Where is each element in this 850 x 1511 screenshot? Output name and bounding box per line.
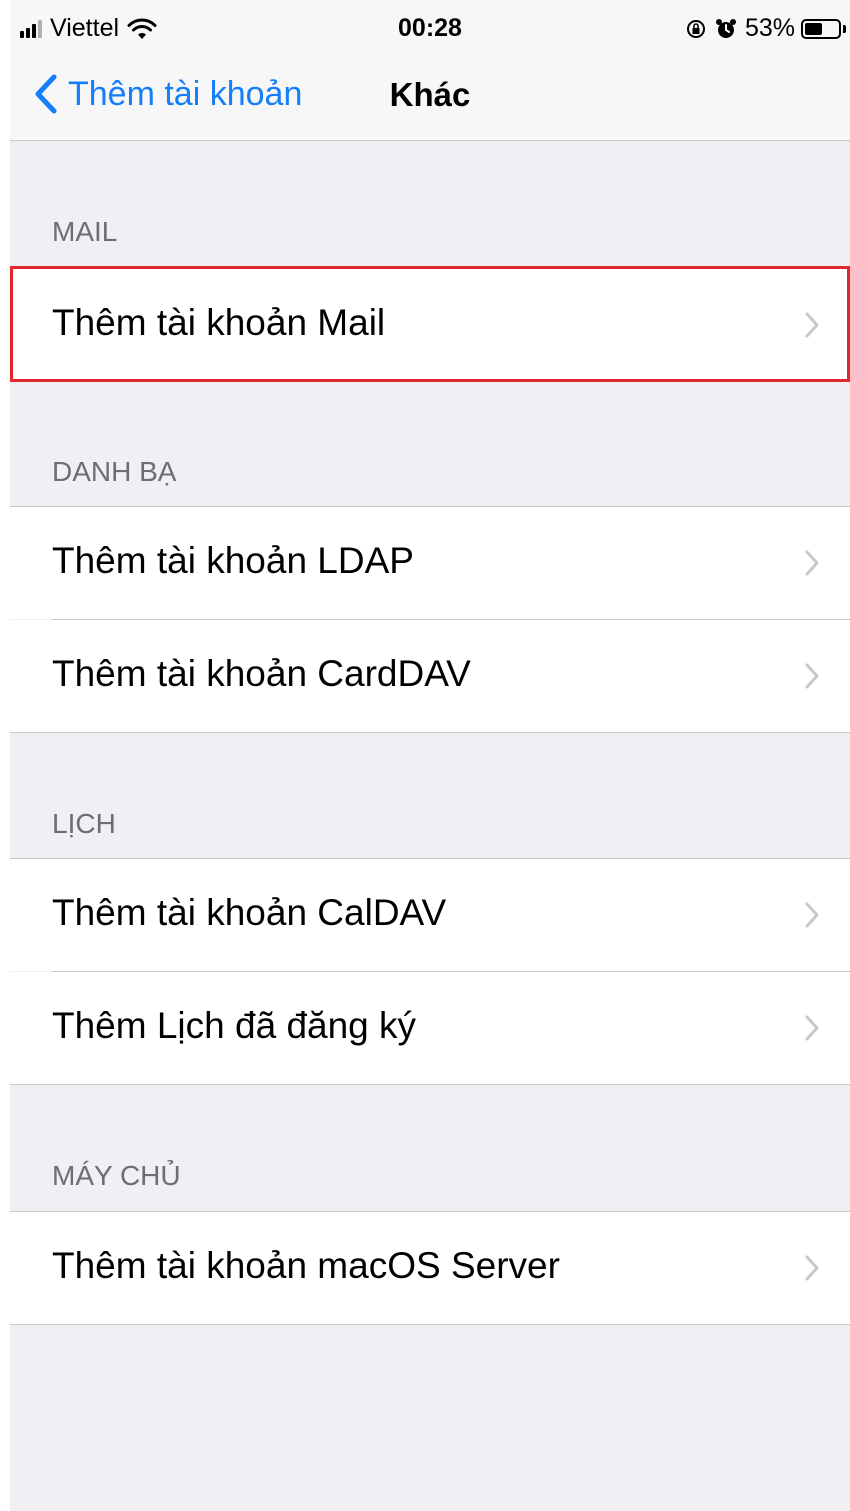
add-mail-account-row[interactable]: Thêm tài khoản Mail (10, 269, 850, 381)
add-carddav-account-row[interactable]: Thêm tài khoản CardDAV (10, 620, 850, 732)
chevron-right-icon (805, 312, 819, 338)
navigation-bar: Thêm tài khoản Khác (10, 58, 850, 141)
chevron-right-icon (805, 663, 819, 689)
section-header-server: MÁY CHỦ (52, 1160, 181, 1191)
settings-screen: Viettel 00:28 53% Thêm tài khoản Khác MA… (10, 0, 850, 1511)
row-label: Thêm tài khoản macOS Server (52, 1245, 560, 1286)
battery-fill (805, 22, 822, 35)
add-caldav-account-row[interactable]: Thêm tài khoản CalDAV (10, 859, 850, 971)
divider (10, 381, 850, 382)
add-ldap-account-row[interactable]: Thêm tài khoản LDAP (10, 507, 850, 619)
divider (10, 732, 850, 733)
add-subscribed-calendar-row[interactable]: Thêm Lịch đã đăng ký (10, 972, 850, 1084)
battery-icon (801, 18, 841, 39)
row-label: Thêm tài khoản LDAP (52, 540, 414, 581)
status-bar: Viettel 00:28 53% (10, 0, 850, 58)
page-title: Khác (389, 76, 471, 113)
chevron-right-icon (805, 1015, 819, 1041)
battery-tip (843, 24, 846, 33)
section-header-calendar: LỊCH (52, 808, 116, 839)
chevron-right-icon (805, 902, 819, 928)
battery-percent: 53% (744, 14, 795, 42)
section-header-mail: MAIL (52, 216, 118, 247)
chevron-right-icon (805, 1255, 819, 1281)
orientation-lock-icon (686, 19, 705, 38)
add-macos-server-account-row[interactable]: Thêm tài khoản macOS Server (10, 1212, 850, 1324)
status-right: 53% (685, 14, 846, 43)
chevron-right-icon (805, 550, 819, 576)
row-label: Thêm Lịch đã đăng ký (52, 1005, 417, 1046)
divider (10, 1324, 850, 1325)
row-label: Thêm tài khoản CalDAV (52, 892, 447, 933)
row-label: Thêm tài khoản CardDAV (52, 653, 471, 694)
section-header-contacts: DANH BẠ (52, 456, 177, 487)
alarm-icon (715, 18, 736, 38)
divider (10, 1084, 850, 1085)
row-label: Thêm tài khoản Mail (52, 302, 386, 343)
